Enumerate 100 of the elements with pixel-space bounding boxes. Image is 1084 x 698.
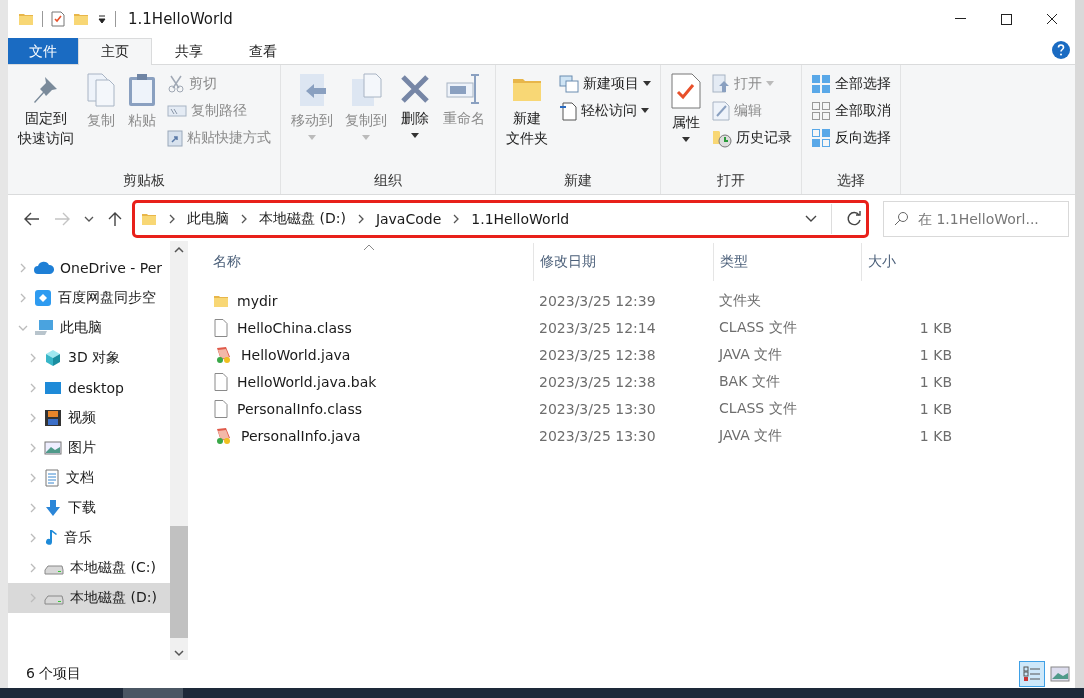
column-header[interactable]: 类型	[713, 243, 861, 281]
ribbon-button[interactable]: 新建项目	[556, 71, 654, 96]
nav-item[interactable]: 百度网盘同步空	[8, 283, 170, 313]
cube-icon	[44, 349, 62, 367]
invert-selection-icon	[811, 127, 831, 148]
ribbon-button[interactable]: 新建 文件夹	[502, 71, 552, 172]
scroll-thumb[interactable]	[170, 526, 188, 638]
nav-item[interactable]: 下载	[8, 493, 170, 523]
date-cell-text: 2023/3/25 13:30	[538, 400, 657, 417]
help-icon[interactable]	[1051, 39, 1071, 60]
folder-icon	[141, 211, 157, 227]
date-cell-text: 2023/3/25 12:39	[538, 292, 657, 309]
scrollbar[interactable]	[170, 241, 188, 660]
collapse-icon[interactable]	[18, 323, 28, 333]
copy-to-icon	[350, 73, 382, 107]
scissors-icon	[167, 74, 185, 93]
folder-icon	[18, 11, 34, 27]
file-name[interactable]: PersonalInfo.class	[237, 400, 362, 417]
close-icon	[1046, 13, 1058, 25]
ribbon-button[interactable]: 轻松访问	[556, 98, 654, 123]
item-count: 6 个项目	[26, 665, 82, 683]
search-icon	[893, 211, 909, 227]
sort-icon	[363, 243, 375, 251]
ribbon-button[interactable]: 历史记录	[709, 125, 795, 150]
thumbnail-view-icon	[1050, 666, 1070, 682]
minimize-icon	[954, 18, 966, 20]
address-bar[interactable]: 此电脑 本地磁盘 (D:) JavaCode 1.1HelloWorld	[132, 200, 869, 238]
file-menu-tab[interactable]: 文件	[8, 38, 78, 64]
date-cell-text: 2023/3/25 12:38	[538, 346, 657, 363]
caret-icon	[362, 134, 370, 140]
maximize-icon	[1000, 13, 1012, 25]
file-name[interactable]: PersonalInfo.java	[241, 427, 361, 444]
nav-item[interactable]: 文档	[8, 463, 170, 493]
nav-item[interactable]: 3D 对象	[8, 343, 170, 373]
nav-item[interactable]: 此电脑	[8, 313, 170, 343]
computer-icon	[34, 319, 54, 337]
document-icon	[44, 469, 60, 487]
select-all-icon	[811, 73, 831, 94]
ribbon-button[interactable]: 删除	[395, 71, 435, 172]
file-name[interactable]: mydir	[237, 292, 278, 309]
column-header[interactable]: 修改日期	[533, 243, 713, 281]
type-cell-text: 文件夹	[718, 291, 762, 310]
nav-item[interactable]: 音乐	[8, 523, 170, 553]
file-name[interactable]: HelloWorld.java.bak	[237, 373, 377, 390]
expand-icon[interactable]	[167, 214, 177, 224]
ribbon-button[interactable]: 属性	[667, 71, 705, 172]
caret-icon	[766, 81, 774, 86]
column-header[interactable]: 名称	[188, 243, 533, 281]
ribbon-button[interactable]: 全部选择	[808, 71, 894, 96]
breadcrumb[interactable]: 本地磁盘 (D:)	[259, 210, 346, 228]
ribbon-tab[interactable]: 主页	[78, 38, 152, 65]
nav-item[interactable]: desktop	[8, 373, 170, 403]
size-cell-text: 1 KB	[918, 400, 953, 417]
type-cell-text: CLASS 文件	[718, 399, 798, 418]
shortcut-icon	[167, 128, 183, 147]
details-view-button[interactable]	[1019, 661, 1045, 687]
nav-item[interactable]: 图片	[8, 433, 170, 463]
search-field[interactable]: 在 1.1HelloWorl...	[883, 201, 1069, 237]
nav-item[interactable]: 本地磁盘 (C:)	[8, 553, 170, 583]
download-icon	[44, 499, 62, 517]
caret-icon	[641, 108, 649, 113]
ribbon-button[interactable]: 全部取消	[808, 98, 894, 123]
refresh-icon[interactable]	[846, 211, 862, 227]
details-view-icon	[1023, 666, 1041, 682]
column-header[interactable]: 大小	[861, 243, 961, 281]
group-label: 打开	[716, 172, 746, 190]
breadcrumb[interactable]: JavaCode	[375, 211, 442, 227]
chevron-down-icon[interactable]	[805, 215, 817, 223]
size-cell-text: 1 KB	[918, 319, 953, 336]
nav-item[interactable]: 本地磁盘 (D:)	[8, 583, 170, 613]
type-cell-text: CLASS 文件	[718, 318, 798, 337]
path-icon	[167, 103, 187, 118]
back-arrow-icon	[24, 212, 40, 226]
dropdown-icon[interactable]	[97, 14, 107, 24]
ribbon-button[interactable]: 固定到 快速访问	[14, 71, 78, 172]
breadcrumb[interactable]: 1.1HelloWorld	[471, 211, 570, 227]
desktop-icon	[44, 380, 62, 396]
copy-icon	[86, 73, 116, 107]
select-none-icon	[811, 100, 831, 121]
size-cell-text: 1 KB	[918, 346, 953, 363]
properties-icon[interactable]	[51, 11, 65, 27]
group-label: 组织	[373, 172, 403, 190]
caret-icon	[308, 134, 316, 140]
group-label: 新建	[563, 172, 593, 190]
ribbon-button[interactable]: 反向选择	[808, 125, 894, 150]
taskbar-app-button[interactable]	[123, 688, 183, 698]
file-name[interactable]: HelloWorld.java	[241, 346, 351, 363]
edit-icon	[712, 100, 730, 121]
window-title: 1.1HelloWorld	[128, 10, 233, 28]
type-cell-text: BAK 文件	[718, 372, 781, 391]
nav-item[interactable]: 视频	[8, 403, 170, 433]
expand-icon[interactable]	[239, 214, 249, 224]
breadcrumb[interactable]: 此电脑	[187, 210, 229, 228]
date-cell-text: 2023/3/25 13:30	[538, 427, 657, 444]
film-icon	[44, 409, 62, 427]
caret-icon	[643, 81, 651, 86]
nav-item[interactable]: OneDrive - Per	[8, 253, 170, 283]
forward-arrow-icon	[54, 212, 70, 226]
file-name[interactable]: HelloChina.class	[237, 319, 352, 336]
size-cell-text: 1 KB	[918, 427, 953, 444]
